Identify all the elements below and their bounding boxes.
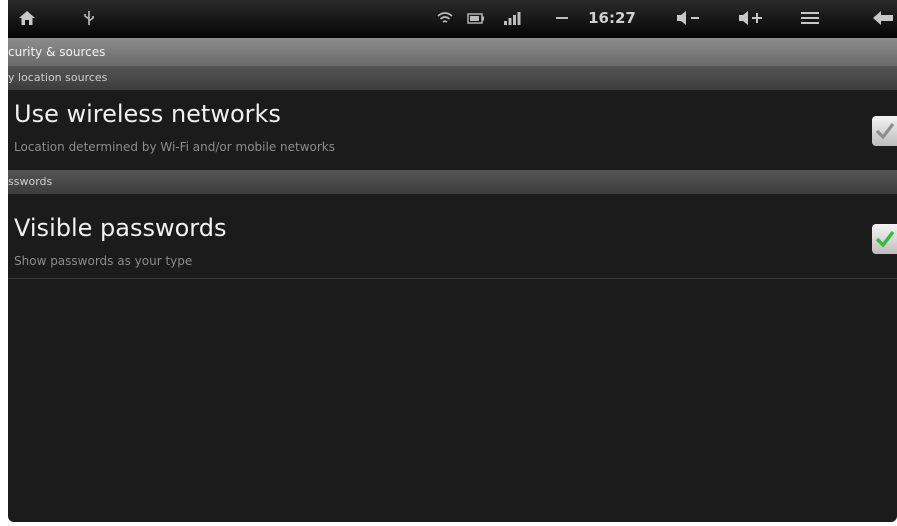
- list-divider: [8, 278, 897, 279]
- status-bar: 16:27: [8, 0, 897, 38]
- pref-title: Use wireless networks: [14, 100, 281, 128]
- back-arrow-icon[interactable]: [870, 8, 896, 28]
- battery-icon: [466, 8, 486, 28]
- page-title: curity & sources: [8, 38, 897, 66]
- category-passwords: sswords: [8, 170, 897, 194]
- wifi-icon: [436, 8, 454, 28]
- pref-visible-passwords[interactable]: Visible passwords Show passwords as your…: [8, 194, 897, 276]
- volume-down-icon[interactable]: [674, 8, 704, 28]
- usb-icon: [80, 8, 98, 28]
- menu-icon[interactable]: [798, 8, 822, 28]
- volume-up-icon[interactable]: [736, 8, 766, 28]
- pref-summary: Location determined by Wi-Fi and/or mobi…: [14, 140, 336, 154]
- category-location-sources: y location sources: [8, 66, 897, 90]
- visible-passwords-checkbox[interactable]: [872, 224, 897, 254]
- pref-use-wireless-networks[interactable]: Use wireless networks Location determine…: [8, 90, 897, 170]
- signal-icon: [502, 8, 522, 28]
- pref-title: Visible passwords: [14, 214, 227, 242]
- pref-summary: Show passwords as your type: [14, 254, 193, 268]
- home-icon[interactable]: [16, 8, 38, 28]
- settings-screen: 16:27 curity & sources y location source…: [8, 0, 897, 522]
- clock-time: 16:27: [588, 9, 636, 27]
- wireless-networks-checkbox[interactable]: [872, 116, 897, 146]
- notification-icon: [554, 8, 570, 28]
